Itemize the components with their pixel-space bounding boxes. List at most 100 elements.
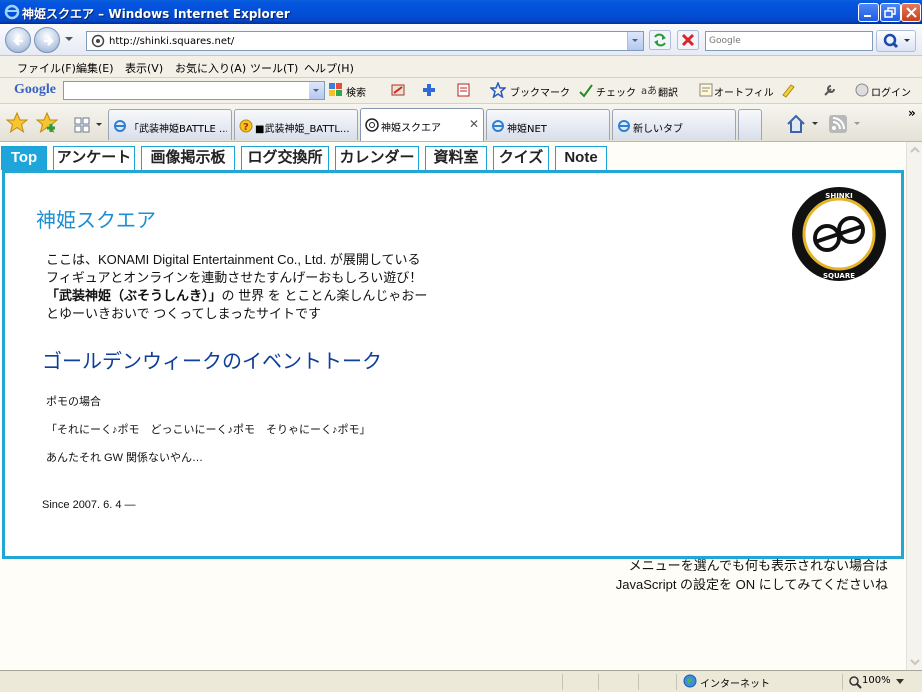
- nav-tab-archive[interactable]: 資料室: [425, 146, 487, 170]
- menu-tools[interactable]: ツール(T): [250, 60, 298, 76]
- popup-blocker-icon[interactable]: [390, 82, 406, 98]
- minimize-button[interactable]: [858, 3, 879, 22]
- address-bar[interactable]: [86, 31, 644, 51]
- notice-line: メニューを選んでも何も表示されない場合は: [628, 558, 888, 573]
- tab-label: ■武装神姫_BATTL...: [255, 124, 350, 135]
- google-search-button[interactable]: 検索: [346, 84, 366, 99]
- nav-tab-quiz[interactable]: クイズ: [493, 146, 549, 170]
- spellcheck-button[interactable]: チェック: [596, 84, 636, 99]
- talk-line: あんたそれ GW 関係ないやん…: [46, 452, 204, 464]
- menu-view[interactable]: 表示(V): [125, 60, 163, 76]
- nav-tab-calendar[interactable]: カレンダー: [335, 146, 419, 170]
- new-tab-button[interactable]: [738, 109, 762, 140]
- talk-line: ポモの場合: [46, 396, 101, 408]
- ie-page-icon: [492, 120, 504, 132]
- google-search-field[interactable]: [63, 81, 325, 100]
- notice-line: JavaScript の設定を ON にしてみてくださいね: [615, 577, 888, 592]
- intro-line: とゆーいきおいで つくってしまったサイトです: [46, 306, 322, 321]
- browser-tab[interactable]: 神姫NET: [486, 109, 610, 140]
- pagerank-icon[interactable]: [456, 82, 472, 98]
- menu-favorites[interactable]: お気に入り(A): [175, 60, 246, 76]
- menu-bar: ファイル(F) 編集(E) 表示(V) お気に入り(A) ツール(T) ヘルプ(…: [0, 56, 922, 78]
- nav-tab-survey[interactable]: アンケート: [53, 146, 135, 170]
- add-favorite-icon[interactable]: [36, 112, 58, 134]
- logo-top-text: SHINKI: [825, 192, 852, 200]
- tab-bar: 「武装神姫BATTLE ... ? ■武装神姫_BATTL... 神姫スクエア …: [0, 104, 922, 142]
- back-arrow-icon: [13, 36, 23, 46]
- close-window-button[interactable]: [901, 3, 921, 22]
- forward-arrow-icon: [44, 36, 54, 46]
- status-divider: [598, 674, 599, 690]
- browser-tab[interactable]: 「武装神姫BATTLE ...: [108, 109, 232, 140]
- live-search-box[interactable]: [705, 31, 873, 51]
- back-button[interactable]: [5, 27, 31, 53]
- since-date: Since 2007. 6. 4 ―: [42, 499, 136, 511]
- browser-tab[interactable]: ? ■武装神姫_BATTL...: [234, 109, 358, 140]
- autofill-icon: [699, 83, 713, 97]
- browser-tab[interactable]: 新しいタブ: [612, 109, 736, 140]
- main-content-box: SHINKI SQUARE 神姫スクエア ここは、KONAMI Digital …: [2, 170, 904, 559]
- svg-text:aあ: aあ: [641, 85, 656, 97]
- zoom-level[interactable]: 100%: [862, 675, 891, 686]
- browser-tab-active[interactable]: 神姫スクエア ✕: [360, 108, 484, 141]
- menu-file[interactable]: ファイル(F): [17, 60, 76, 76]
- translate-button[interactable]: 翻訳: [658, 84, 678, 99]
- menu-help[interactable]: ヘルプ(H): [304, 60, 354, 76]
- scroll-down-icon[interactable]: [908, 654, 922, 669]
- plus-icon[interactable]: [421, 82, 437, 98]
- star-bookmark-icon: [490, 82, 506, 98]
- security-zone-label: インターネット: [700, 679, 770, 690]
- forward-button[interactable]: [34, 27, 60, 53]
- intro-line: 「武装神姫（ぶそうしんき）」の 世界 を とことん楽しんじゃおー: [46, 287, 427, 305]
- favorites-star-icon[interactable]: [6, 112, 28, 134]
- ie-page-icon: [618, 120, 630, 132]
- bookmark-button[interactable]: ブックマーク: [510, 84, 570, 99]
- search-icon: [883, 33, 910, 49]
- chevron-more-icon[interactable]: »: [908, 106, 916, 120]
- url-input[interactable]: [109, 33, 619, 49]
- login-button[interactable]: ログイン: [871, 84, 911, 99]
- window-title: 神姫スクエア – Windows Internet Explorer: [22, 7, 290, 21]
- autofill-button[interactable]: オートフィル: [714, 84, 774, 99]
- intro-line-rest: の 世界 を とことん楽しんじゃおー: [221, 288, 428, 303]
- history-dropdown-icon[interactable]: [65, 34, 73, 44]
- status-divider: [842, 674, 843, 690]
- stop-icon[interactable]: [677, 30, 699, 50]
- nav-tab-top[interactable]: Top: [1, 146, 47, 170]
- talk-line: 「それにーく♪ポモ どっこいにーく♪ポモ そりゃにーく♪ポモ」: [46, 424, 371, 436]
- menu-edit[interactable]: 編集(E): [76, 60, 114, 76]
- translate-icon: aあ: [641, 85, 656, 97]
- address-dropdown-button[interactable]: [627, 32, 643, 50]
- search-button[interactable]: [876, 30, 916, 52]
- title-bar: 神姫スクエア – Windows Internet Explorer: [0, 0, 922, 24]
- nav-tab-log-exchange[interactable]: ログ交換所: [241, 146, 329, 170]
- home-icon[interactable]: [786, 114, 820, 134]
- tab-label: 神姫NET: [507, 124, 547, 135]
- maximize-button[interactable]: [880, 3, 901, 22]
- wrench-settings-icon[interactable]: [822, 82, 838, 98]
- tab-label: 神姫スクエア: [381, 123, 441, 134]
- nav-tab-image-board[interactable]: 画像掲示板: [141, 146, 235, 170]
- page-title: 神姫スクエア: [36, 210, 156, 232]
- nav-tab-note[interactable]: Note: [555, 146, 607, 170]
- zoom-icon: [849, 676, 862, 689]
- quick-tabs-icon[interactable]: [74, 117, 104, 133]
- intro-line: ここは、KONAMI Digital Entertainment Co., Lt…: [46, 252, 421, 267]
- status-divider: [676, 674, 677, 690]
- rss-feed-icon[interactable]: [828, 114, 862, 134]
- intro-text: ここは、KONAMI Digital Entertainment Co., Lt…: [46, 251, 427, 323]
- close-tab-icon[interactable]: ✕: [469, 117, 479, 131]
- highlighter-icon[interactable]: [780, 82, 796, 98]
- vertical-scrollbar[interactable]: [906, 142, 922, 670]
- zoom-dropdown-icon[interactable]: [896, 679, 904, 685]
- ie-logo-icon: [4, 4, 20, 20]
- site-icon: [365, 118, 379, 132]
- google-search-dropdown[interactable]: [309, 82, 324, 99]
- intro-bold-title: 「武装神姫（ぶそうしんき）」: [46, 288, 222, 303]
- search-input[interactable]: [706, 32, 872, 50]
- refresh-icon[interactable]: [649, 30, 671, 50]
- scroll-up-icon[interactable]: [908, 143, 922, 158]
- spellcheck-icon: [579, 84, 593, 98]
- google-search-icon: [329, 83, 342, 96]
- login-circle-icon: [855, 83, 869, 97]
